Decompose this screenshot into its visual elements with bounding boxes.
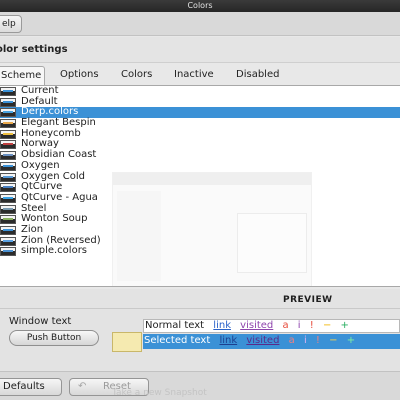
preview-selected-inactive: i [303,335,307,346]
tab-inactive[interactable]: Inactive [174,66,214,85]
preview-normal-link: link [213,320,231,331]
preview-selected-row: Selected text link visited a i ! − + [143,334,400,349]
preview-selected-link: link [219,335,238,346]
preview-normal-visited: visited [240,320,274,331]
toolbar: elp [0,12,400,36]
preview-normal-row: Normal text link visited a i ! − + [143,319,400,333]
page-title: olor settings [0,44,68,55]
scheme-list[interactable]: Current Default Derp.colors Elegant Bespin H… [0,85,400,287]
preview-normal-inactive: i [297,320,301,331]
preview-normal-negative: ! [309,320,314,331]
scheme-swatch-icon [0,129,16,139]
scheme-swatch-icon [0,97,16,107]
preview-normal-active: a [282,320,289,331]
scheme-list-item[interactable]: QtCurve - Agua [0,191,400,204]
preview-title: PREVIEW [283,295,333,305]
scheme-swatch-icon [0,236,16,246]
preview-selected-visited: visited [246,335,280,346]
tab-colors[interactable]: Colors [121,66,152,85]
preview-window-text: Window text [9,316,72,327]
scheme-swatch-icon [0,108,16,118]
scheme-list-item[interactable]: Honeycomb [0,128,400,140]
scheme-label: Oxygen [21,159,60,171]
page-header: olor settings [0,37,400,63]
preview-selected-neutral: − [329,335,338,346]
scheme-swatch-icon [0,247,16,257]
ghost-snapshot-text: Take a new Snapshot [112,388,207,398]
window-titlebar: Colors [0,0,400,12]
scheme-label: simple.colors [21,245,88,257]
preview-header: PREVIEW [0,295,400,309]
preview-panel: PREVIEW Window text Push Button Normal t… [0,289,400,371]
preview-selected-text: Selected text [144,335,211,346]
scheme-swatch-icon [0,151,16,161]
preview-normal-text: Normal text [145,320,205,331]
preview-tooltip-swatch [112,332,142,352]
scheme-swatch-icon [0,193,16,203]
window-title: Colors [187,1,213,10]
scheme-swatch-icon [0,215,16,225]
scheme-swatch-icon [0,140,16,150]
scheme-list-item[interactable]: Current [0,86,400,97]
scheme-swatch-icon [0,87,16,96]
scheme-swatch-icon [0,119,16,129]
scheme-swatch-icon [0,172,16,182]
scheme-list-item[interactable]: Obsidian Coast [0,149,400,161]
tab-bar: Scheme Options Colors Inactive Disabled [0,66,400,85]
scheme-list-item[interactable]: Wonton Soup [0,214,400,225]
button-bar: Defaults ↶ Reset Take a new Snapshot [0,371,400,400]
preview-selected-active: a [288,335,295,346]
preview-selected-positive: + [346,335,356,346]
preview-selected-negative: ! [315,335,320,346]
undo-icon: ↶ [78,381,87,392]
scheme-label: QtCurve - Agua [21,191,98,203]
help-button[interactable]: elp [0,15,22,33]
tab-options[interactable]: Options [60,66,99,85]
tab-scheme[interactable]: Scheme [0,66,45,85]
preview-normal-neutral: − [322,320,332,331]
scheme-swatch-icon [0,183,16,193]
defaults-button[interactable]: Defaults [0,378,62,396]
scheme-list-item[interactable]: simple.colors [0,246,400,257]
scheme-swatch-icon [0,204,16,214]
scheme-list-item[interactable]: Oxygen [0,159,400,172]
tab-disabled[interactable]: Disabled [236,66,279,85]
preview-push-button[interactable]: Push Button [9,330,99,346]
scheme-swatch-icon [0,225,16,235]
preview-normal-positive: + [340,320,349,331]
scheme-swatch-icon [0,161,16,171]
